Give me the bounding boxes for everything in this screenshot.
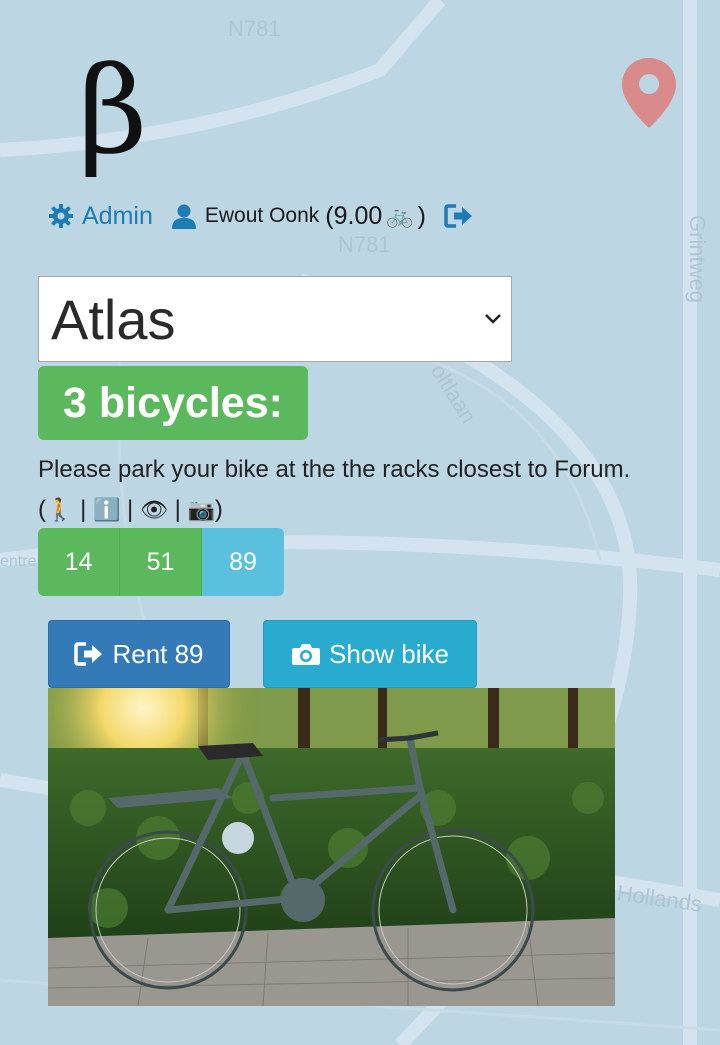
separator: |: [73, 496, 93, 523]
location-select-value: Atlas: [51, 287, 176, 351]
bike-tab-14[interactable]: 14: [38, 528, 120, 596]
bike-count-badge: 3 bicycles:: [38, 366, 308, 440]
sign-in-icon: [74, 642, 103, 666]
location-select[interactable]: Atlas: [38, 276, 512, 362]
map-pin-icon[interactable]: [620, 56, 678, 130]
rent-button-label: Rent 89: [112, 638, 204, 669]
separator: |: [120, 496, 140, 523]
walking-icon[interactable]: 🚶: [46, 490, 73, 530]
close-paren: ): [214, 496, 223, 523]
bike-tab-51[interactable]: 51: [120, 528, 202, 596]
admin-link[interactable]: Admin: [48, 202, 153, 231]
park-instructions: Please park your bike at the the racks c…: [38, 450, 638, 530]
info-icon[interactable]: ℹ️: [93, 490, 120, 530]
chevron-down-icon: [485, 314, 501, 324]
bike-icon: 🚲: [386, 203, 414, 228]
camera-icon[interactable]: 📷: [187, 490, 214, 530]
user-name: Ewout Oonk: [204, 204, 320, 227]
show-bike-label: Show bike: [329, 638, 449, 669]
camera-icon: [292, 644, 321, 665]
bike-tabs: 14 51 89: [38, 528, 284, 596]
app-logo: β: [78, 42, 148, 181]
bike-photo: [48, 688, 615, 1006]
credits-value: (9.00: [325, 201, 383, 230]
eye-icon[interactable]: 👁: [140, 490, 168, 530]
map-label-street: entre: [0, 553, 37, 570]
gear-icon: [49, 204, 73, 228]
map-label-road: N781: [338, 232, 391, 257]
user-bar: Admin Ewout Oonk (9.00 🚲 ): [48, 198, 474, 234]
separator: |: [167, 496, 188, 523]
admin-label: Admin: [82, 201, 153, 230]
rent-button[interactable]: Rent 89: [48, 620, 230, 688]
logout-icon[interactable]: [444, 203, 474, 229]
map-label-road: N781: [228, 16, 281, 41]
map-label-street: oltlaan: [426, 359, 482, 427]
show-bike-button[interactable]: Show bike: [263, 620, 477, 688]
user-info: Ewout Oonk (9.00 🚲 ): [171, 202, 426, 231]
bike-tab-89[interactable]: 89: [202, 528, 284, 596]
user-icon: [171, 204, 196, 229]
credits-close: ): [417, 201, 426, 230]
map-label-street: Grintweg: [685, 215, 710, 303]
